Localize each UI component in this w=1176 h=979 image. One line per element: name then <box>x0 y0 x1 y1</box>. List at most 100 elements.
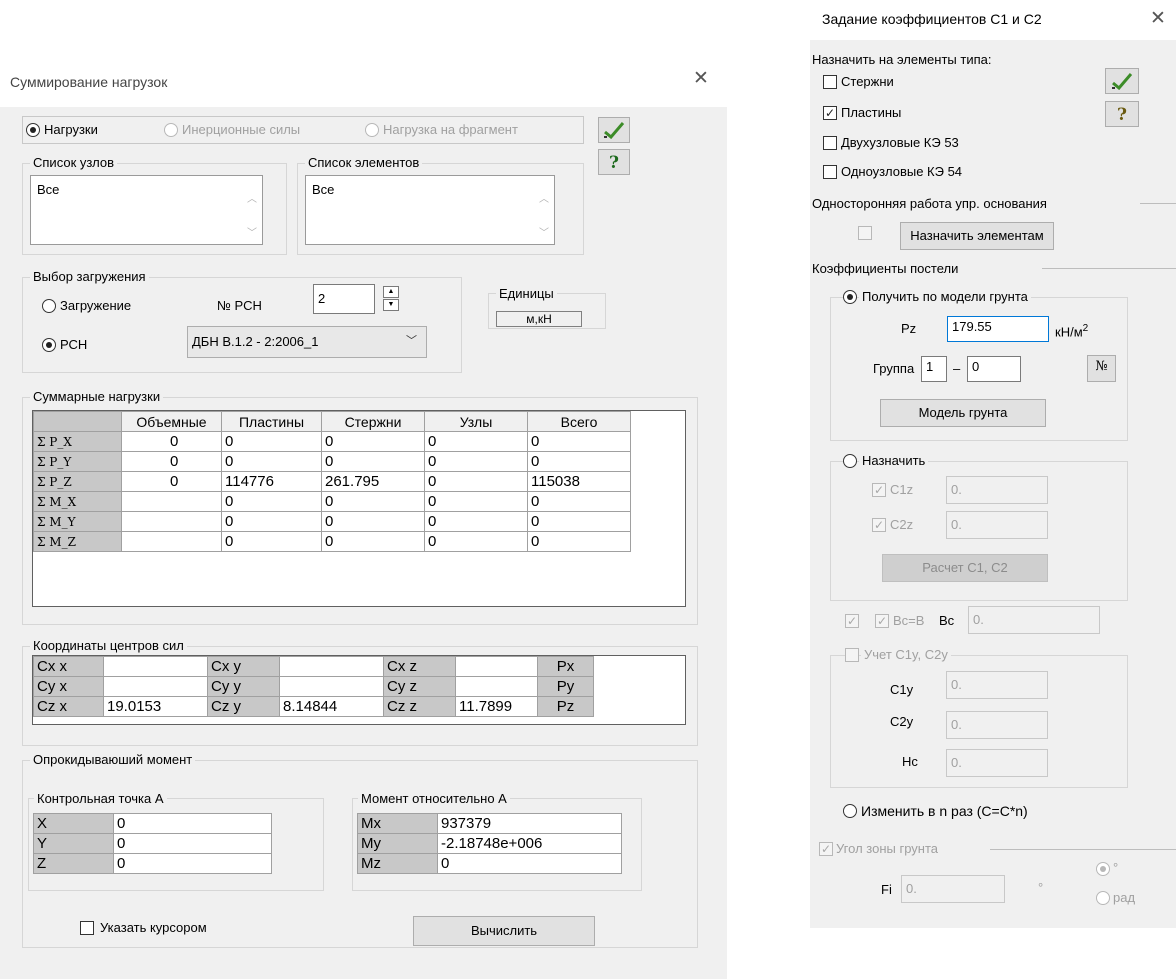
table-row: My -2.18748e+006 <box>357 833 622 854</box>
c1z-checkbox[interactable]: ✓ <box>872 483 886 497</box>
table-row: X 0 <box>33 813 272 834</box>
row-header: Mz <box>357 853 438 874</box>
bc-master-checkbox[interactable]: ✓ <box>845 614 859 628</box>
table-cell: 0 <box>527 451 631 472</box>
calc-c1-c2-button[interactable]: Расчет С1, С2 <box>882 554 1048 582</box>
spin-down-icon[interactable]: ▼ <box>383 299 399 311</box>
checkbox-plates[interactable]: ✓ <box>823 106 837 120</box>
table-cell[interactable]: 0 <box>113 853 272 874</box>
scroll-down-icon[interactable]: ﹀ <box>539 224 549 239</box>
load-choice-title: Выбор загружения <box>30 269 149 284</box>
node-list-box[interactable]: Все ︿ ﹀ <box>30 175 263 245</box>
checkbox-rods-label: Стержни <box>841 74 894 89</box>
c2z-input[interactable]: 0. <box>946 511 1048 539</box>
table-cell: 0 <box>424 451 528 472</box>
scroll-down-icon[interactable]: ﹀ <box>247 224 257 239</box>
rsn-spinner[interactable]: ▲ ▼ <box>383 286 399 312</box>
assign-types-label: Назначить на элементы типа: <box>812 52 992 67</box>
soil-angle-checkbox[interactable]: ✓ <box>819 842 833 856</box>
scroll-up-icon[interactable]: ︿ <box>247 190 257 205</box>
bc-eq-checkbox[interactable]: ✓ <box>875 614 889 628</box>
hc-input[interactable]: 0. <box>946 749 1048 777</box>
c1z-input[interactable]: 0. <box>946 476 1048 504</box>
c2z-checkbox[interactable]: ✓ <box>872 518 886 532</box>
pz-unit-sup: 2 <box>1082 323 1089 334</box>
radio-fragment-load[interactable] <box>365 123 379 137</box>
table-cell: 0 <box>424 491 528 512</box>
help-button[interactable]: ? <box>598 149 630 175</box>
radio-rsn[interactable] <box>42 338 56 352</box>
moment-table: Mx 937379 My -2.18748e+006 Mz 0 <box>357 813 622 874</box>
centers-title: Координаты центров сил <box>30 638 187 653</box>
row-header: Σ M_X <box>33 491 122 512</box>
radio-assign[interactable] <box>843 454 857 468</box>
table-cell: 0 <box>424 531 528 552</box>
account-label: Учет C1y, C2y <box>861 647 951 662</box>
radio-change-n[interactable] <box>843 804 857 818</box>
row-header: Cy z <box>383 676 456 697</box>
row-header: Cz z <box>383 696 456 717</box>
c1z-label: C1z <box>890 482 914 497</box>
element-list-box[interactable]: Все ︿ ﹀ <box>305 175 555 245</box>
table-cell: 0 <box>424 471 528 492</box>
close-icon[interactable]: ✕ <box>693 69 709 88</box>
help-button[interactable]: ? <box>1105 101 1139 127</box>
compute-button[interactable]: Вычислить <box>413 916 595 946</box>
table-row: Σ M_X 0 0 0 0 <box>33 491 631 512</box>
node-list-value: Все <box>37 182 60 197</box>
table-row: Cy x Cy y Cy z Py <box>33 676 594 697</box>
rsn-select[interactable]: ДБН В.1.2 - 2:2006_1 ﹀ <box>187 326 427 358</box>
c1y-input[interactable]: 0. <box>946 671 1048 699</box>
row-header: Y <box>33 833 114 854</box>
table-cell: 0 <box>527 491 631 512</box>
spin-up-icon[interactable]: ▲ <box>383 286 399 298</box>
checkbox-fe54-label: Одноузловые КЭ 54 <box>841 164 963 179</box>
bc-input[interactable]: 0. <box>968 606 1100 634</box>
assign-label: Назначить <box>859 453 929 468</box>
scroll-up-icon[interactable]: ︿ <box>539 190 549 205</box>
radio-inertia-forces[interactable] <box>164 123 178 137</box>
table-row: Z 0 <box>33 853 272 874</box>
c2y-input[interactable]: 0. <box>946 711 1048 739</box>
group-to-input[interactable]: 0 <box>967 356 1021 382</box>
checkmark-icon <box>604 122 625 139</box>
one-sided-checkbox[interactable] <box>858 226 872 240</box>
table-cell[interactable]: 0 <box>113 813 272 834</box>
assign-elements-button[interactable]: Назначить элементам <box>900 222 1054 250</box>
account-checkbox[interactable] <box>845 648 859 662</box>
rsn-number-input[interactable]: 2 <box>313 284 375 314</box>
fi-input[interactable]: 0. <box>901 875 1005 903</box>
row-header: Cx y <box>207 656 280 677</box>
moment-title: Момент относительно А <box>358 791 510 806</box>
row-header: Cy y <box>207 676 280 697</box>
control-point-table: X 0 Y 0 Z 0 <box>33 813 272 874</box>
centers-table: Cx x Cx y Cx z Px Cy x Cy y Cy z Py Cz x… <box>33 656 594 717</box>
number-button[interactable]: № <box>1087 355 1116 382</box>
pz-input[interactable]: 179.55 <box>947 316 1049 342</box>
ok-button[interactable] <box>598 117 630 143</box>
close-icon[interactable]: ✕ <box>1150 9 1166 28</box>
ok-button[interactable] <box>1105 68 1139 94</box>
table-cell: 0 <box>221 491 322 512</box>
table-row: Mz 0 <box>357 853 622 874</box>
radio-loads[interactable] <box>26 123 40 137</box>
dialog-title: Суммирование нагрузок <box>10 74 168 90</box>
table-cell[interactable]: 0 <box>113 833 272 854</box>
one-sided-separator <box>1140 203 1176 204</box>
cursor-checkbox[interactable] <box>80 921 94 935</box>
checkbox-fe54[interactable] <box>823 165 837 179</box>
summary-title: Суммарные нагрузки <box>30 389 164 404</box>
table-cell: 0 <box>527 531 631 552</box>
radio-load-case[interactable] <box>42 299 56 313</box>
radio-from-model[interactable] <box>843 290 857 304</box>
checkbox-rods[interactable] <box>823 75 837 89</box>
summary-header-row: Объемные Пластины Стержни Узлы Всего <box>33 411 631 432</box>
soil-model-button[interactable]: Модель грунта <box>880 399 1046 427</box>
checkbox-fe53[interactable] <box>823 136 837 150</box>
radio-unit-radian[interactable] <box>1096 891 1110 905</box>
element-list-title: Список элементов <box>305 155 423 170</box>
radio-unit-degree[interactable] <box>1096 862 1110 876</box>
group-from-input[interactable]: 1 <box>921 356 947 382</box>
column-header: Объемные <box>121 411 222 432</box>
soil-coefficients-dialog: Задание коэффициентов С1 и С2 ✕ Назначит… <box>810 0 1176 928</box>
